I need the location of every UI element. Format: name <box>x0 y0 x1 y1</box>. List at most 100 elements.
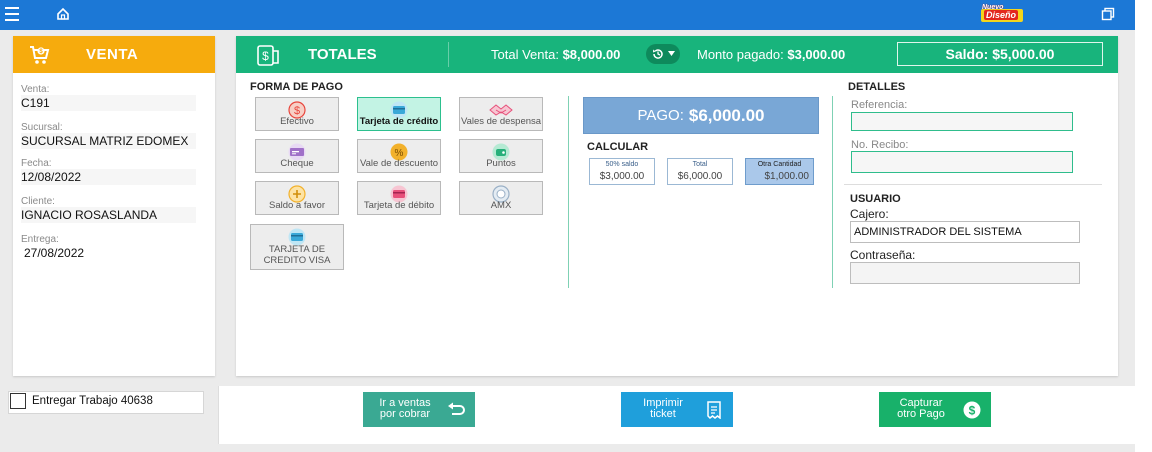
forma-pago-title: FORMA DE PAGO <box>250 81 343 93</box>
button-label: Capturar otro Pago <box>879 398 963 420</box>
payment-tarjeta-visa-button[interactable]: TARJETA DE CREDITO VISA <box>250 224 344 270</box>
payment-saldo-favor-button[interactable]: Saldo a favor <box>255 181 339 215</box>
saldo-value: $5,000.00 <box>992 46 1055 62</box>
total-venta: Total Venta: $8,000.00 <box>491 47 620 62</box>
entregar-trabajo-label: Entregar Trabajo 40638 <box>32 395 153 407</box>
calc-value: $6,000.00 <box>677 171 723 182</box>
saldo-box: Saldo: $5,000.00 <box>897 42 1103 66</box>
top-bar: Nuevo Diseño <box>0 0 1135 30</box>
payment-tarjeta-credito-button[interactable]: Tarjeta de crédito <box>357 97 441 131</box>
home-icon[interactable] <box>56 7 70 21</box>
undo-arrow-icon <box>448 402 465 415</box>
button-label-line2: ticket <box>650 408 676 420</box>
calc-value: $3,000.00 <box>599 171 645 182</box>
payment-label: TARJETA DE CREDITO VISA <box>263 244 331 266</box>
imprimir-ticket-button[interactable]: Imprimir ticket <box>621 392 733 427</box>
venta-title: VENTA <box>86 46 139 63</box>
payment-efectivo-button[interactable]: $ Efectivo <box>255 97 339 131</box>
pago-label: PAGO: <box>637 107 684 124</box>
column-divider <box>568 96 569 288</box>
field-value: 12/08/2022 <box>21 169 196 185</box>
total-venta-value: $8,000.00 <box>562 47 621 62</box>
entregar-trabajo-row: Entregar Trabajo 40638 <box>8 391 204 414</box>
venta-header: $ VENTA <box>13 36 215 73</box>
receipt-icon <box>707 401 721 419</box>
svg-text:$: $ <box>969 403 976 417</box>
field-value: 27/08/2022 <box>21 245 196 261</box>
column-divider <box>832 96 833 288</box>
venta-field-fecha: Fecha: 12/08/2022 <box>21 158 196 185</box>
payment-label: Vales de despensa <box>460 116 542 127</box>
password-input[interactable] <box>850 262 1080 284</box>
payment-label: Tarjeta de débito <box>363 200 435 211</box>
venta-field-venta: Venta: C191 <box>21 84 196 111</box>
calc-label: 50% saldo <box>605 161 639 168</box>
payment-cheque-button[interactable]: Cheque <box>255 139 339 173</box>
payment-label: Saldo a favor <box>269 200 325 211</box>
restore-window-icon[interactable] <box>1101 7 1115 21</box>
venta-field-sucursal: Sucursal: SUCURSAL MATRIZ EDOMEX <box>21 122 196 149</box>
saldo-label: Saldo: <box>945 46 989 62</box>
section-divider <box>844 184 1102 185</box>
payment-label: Tarjeta de crédito <box>359 116 439 127</box>
new-design-badge[interactable]: Nuevo Diseño <box>979 4 1023 25</box>
referencia-input[interactable] <box>851 112 1073 131</box>
payment-tarjeta-debito-button[interactable]: Tarjeta de débito <box>357 181 441 215</box>
calcular-title: CALCULAR <box>587 141 649 153</box>
pago-value: $6,000.00 <box>688 105 765 125</box>
capturar-otro-pago-button[interactable]: Capturar otro Pago $ <box>879 392 991 427</box>
payment-label: Efectivo <box>280 116 314 127</box>
caret-down-icon <box>668 51 675 56</box>
monto-pagado: Monto pagado: $3,000.00 <box>697 47 845 62</box>
payment-label: Puntos <box>486 158 516 169</box>
venta-field-entrega: Entrega: 27/08/2022 <box>21 234 196 261</box>
dollar-circle-icon: $ <box>963 401 981 419</box>
calc-total-button[interactable]: Total $6,000.00 <box>667 158 733 185</box>
calc-50-saldo-button[interactable]: 50% saldo $3,000.00 <box>589 158 655 185</box>
field-label: Sucursal: <box>21 122 63 133</box>
referencia-label: Referencia: <box>851 99 908 111</box>
payment-label: AMX <box>490 200 512 211</box>
cajero-input[interactable]: ADMINISTRADOR DEL SISTEMA <box>850 221 1080 243</box>
field-value: IGNACIO ROSASLANDA <box>21 207 196 223</box>
calc-label: Total <box>692 161 708 168</box>
payment-amx-button[interactable]: AMX <box>459 181 543 215</box>
password-label: Contraseña: <box>850 248 916 262</box>
calc-otra-cantidad-button[interactable]: Otra Cantidad $1,000.00 <box>745 158 814 185</box>
hamburger-menu-icon[interactable] <box>5 7 19 21</box>
calc-label: Otra Cantidad <box>757 161 802 168</box>
cajero-label: Cajero: <box>850 207 889 221</box>
usuario-title: USUARIO <box>850 193 901 205</box>
button-label: Imprimir ticket <box>621 398 705 420</box>
payment-vales-despensa-button[interactable]: Vales de despensa <box>459 97 543 131</box>
shopping-cart-icon: $ <box>30 45 50 64</box>
totales-header: $ TOTALES Total Venta: $8,000.00 Monto p… <box>236 36 1118 73</box>
field-label: Cliente: <box>21 196 55 207</box>
history-dropdown-button[interactable] <box>646 44 680 64</box>
button-label-line2: por cobrar <box>379 408 431 420</box>
ir-ventas-por-cobrar-button[interactable]: Ir a ventas por cobrar <box>363 392 475 427</box>
button-label-line2: otro Pago <box>897 408 945 420</box>
pago-amount-box: PAGO: $6,000.00 <box>583 97 819 134</box>
receipt-dollar-icon: $ <box>257 45 279 66</box>
payment-vale-descuento-button[interactable]: % Vale de descuento <box>357 139 441 173</box>
button-label: Ir a ventas por cobrar <box>363 398 447 420</box>
monto-pagado-label: Monto pagado: <box>697 47 784 62</box>
field-label: Entrega: <box>21 234 59 245</box>
field-label: Fecha: <box>21 158 52 169</box>
payment-puntos-button[interactable]: Puntos <box>459 139 543 173</box>
payment-label: Cheque <box>280 158 314 169</box>
svg-text:$: $ <box>262 49 269 63</box>
recibo-input[interactable] <box>851 151 1073 173</box>
field-value: C191 <box>21 95 196 111</box>
history-icon <box>653 49 663 59</box>
recibo-label: No. Recibo: <box>851 139 909 151</box>
entregar-trabajo-checkbox[interactable] <box>10 393 26 409</box>
venta-panel: $ VENTA Venta: C191 Sucursal: SUCURSAL M… <box>13 36 215 376</box>
field-label: Venta: <box>21 84 50 95</box>
total-venta-label: Total Venta: <box>491 47 559 62</box>
monto-pagado-value: $3,000.00 <box>787 47 846 62</box>
totales-panel: $ TOTALES Total Venta: $8,000.00 Monto p… <box>236 36 1118 376</box>
field-value: SUCURSAL MATRIZ EDOMEX <box>21 133 196 149</box>
payment-label: Vale de descuento <box>360 158 438 169</box>
